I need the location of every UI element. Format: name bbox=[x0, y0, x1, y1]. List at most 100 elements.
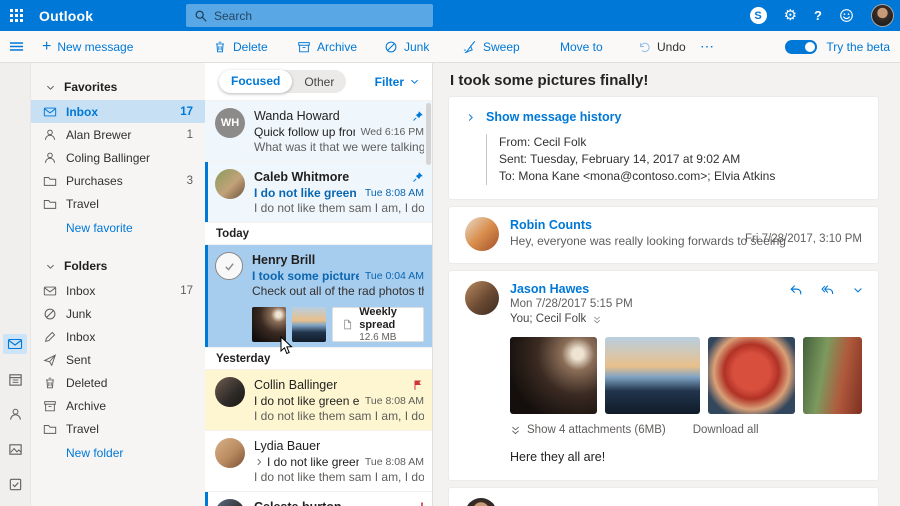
new-favorite-link[interactable]: New favorite bbox=[31, 215, 205, 241]
message-row-henry-brill[interactable]: Henry Brill I took some pictures finally… bbox=[205, 245, 432, 348]
sidebar-folder-deleted[interactable]: Deleted bbox=[31, 371, 205, 394]
message-preview: I do not like them sam I am, I do not li… bbox=[254, 470, 424, 486]
photo-attachment[interactable] bbox=[605, 337, 700, 414]
attachment-thumbnail-photo[interactable] bbox=[252, 307, 286, 342]
block-icon bbox=[384, 40, 398, 54]
filter-button[interactable]: Filter bbox=[375, 75, 420, 89]
folder-pane: Favorites Inbox 17 Alan Brewer 1 Coling … bbox=[31, 63, 205, 506]
download-all-link[interactable]: Download all bbox=[693, 424, 759, 436]
message-card-robin-counts[interactable]: Robin Counts Hey, everyone was really lo… bbox=[449, 207, 878, 263]
user-avatar[interactable] bbox=[871, 4, 894, 27]
photo-attachment[interactable] bbox=[510, 337, 597, 414]
try-beta-toggle[interactable] bbox=[785, 40, 817, 54]
command-toolbar: New message Delete Archive Junk Sweep Mo… bbox=[0, 31, 900, 63]
pin-icon[interactable] bbox=[412, 110, 424, 122]
app-launcher-waffle-icon[interactable] bbox=[10, 9, 23, 22]
message-time: Tue 0:04 AM bbox=[365, 270, 424, 282]
sweep-button[interactable]: Sweep bbox=[463, 31, 520, 62]
delete-label: Delete bbox=[233, 40, 268, 54]
message-row-caleb-whitmore[interactable]: Caleb Whitmore I do not like green eggs … bbox=[205, 162, 432, 223]
sender-name[interactable]: Robin Counts bbox=[510, 217, 790, 233]
undo-icon bbox=[637, 40, 651, 54]
tab-focused[interactable]: Focused bbox=[219, 70, 292, 93]
message-preview: What was it that we were talking about t… bbox=[254, 140, 424, 156]
rail-calendar-icon[interactable] bbox=[3, 369, 27, 389]
download-all-label: Download all bbox=[693, 424, 759, 436]
help-icon[interactable] bbox=[814, 0, 822, 31]
message-row-lydia-bauer[interactable]: Lydia Bauer I do not like green eggs and… bbox=[205, 431, 432, 492]
move-to-label: Move to bbox=[560, 40, 603, 54]
flag-icon[interactable] bbox=[412, 379, 424, 391]
sidebar-item-alan-brewer[interactable]: Alan Brewer 1 bbox=[31, 123, 205, 146]
sidebar-folder-travel[interactable]: Travel bbox=[31, 417, 205, 440]
message-subject: Quick follow up from chat bbox=[254, 125, 355, 139]
move-to-button[interactable]: Move to bbox=[560, 31, 603, 62]
new-folder-label: New folder bbox=[66, 446, 123, 460]
avatar: WH bbox=[215, 108, 245, 138]
folders-header[interactable]: Folders bbox=[31, 255, 205, 279]
message-subject: I do not like green eggs and bbox=[267, 455, 359, 469]
expand-thread-chevron-icon[interactable] bbox=[254, 457, 264, 467]
sidebar-folder-sent[interactable]: Sent bbox=[31, 348, 205, 371]
attachment-thumbnail-photo[interactable] bbox=[292, 307, 326, 342]
hamburger-menu-icon[interactable] bbox=[9, 31, 24, 62]
sidebar-item-purchases[interactable]: Purchases 3 bbox=[31, 169, 205, 192]
show-attachments-link[interactable]: Show 4 attachments (6MB) bbox=[510, 424, 666, 436]
reading-pane: I took some pictures finally! Show messa… bbox=[433, 63, 900, 506]
skype-icon[interactable] bbox=[750, 7, 767, 24]
new-folder-link[interactable]: New folder bbox=[31, 440, 205, 466]
delete-button[interactable]: Delete bbox=[213, 31, 268, 62]
show-message-history-toggle[interactable]: Show message history bbox=[465, 110, 862, 124]
sidebar-folder-inbox[interactable]: Inbox 17 bbox=[31, 279, 205, 302]
folder-icon bbox=[43, 422, 58, 436]
plus-icon bbox=[42, 40, 51, 54]
feedback-smiley-icon[interactable] bbox=[839, 8, 854, 23]
sidebar-item-label: Purchases bbox=[66, 174, 187, 188]
sidebar-folder-junk[interactable]: Junk bbox=[31, 302, 205, 325]
rail-mail-icon[interactable] bbox=[3, 334, 27, 354]
sidebar-item-label: Travel bbox=[66, 197, 193, 211]
recipients-row[interactable]: You; Cecil Folk bbox=[510, 312, 633, 327]
photo-attachment[interactable] bbox=[803, 337, 862, 414]
new-message-button[interactable]: New message bbox=[42, 31, 133, 62]
message-row-collin-ballinger[interactable]: Collin Ballinger I do not like green egg… bbox=[205, 370, 432, 431]
photo-attachment[interactable] bbox=[708, 337, 795, 414]
favorites-header[interactable]: Favorites bbox=[31, 76, 205, 100]
sidebar-item-travel-favorite[interactable]: Travel bbox=[31, 192, 205, 215]
settings-gear-icon[interactable] bbox=[784, 0, 797, 31]
avatar bbox=[465, 281, 499, 315]
quoted-header-block: From: Cecil Folk Sent: Tuesday, February… bbox=[486, 134, 862, 185]
sender-name[interactable]: Jason Hawes bbox=[510, 281, 633, 297]
reply-all-icon[interactable] bbox=[820, 283, 835, 297]
sidebar-item-coling-ballinger[interactable]: Coling Ballinger bbox=[31, 146, 205, 169]
chevron-down-icon[interactable] bbox=[852, 284, 864, 296]
selected-check-avatar[interactable] bbox=[215, 252, 243, 280]
rail-tasks-icon[interactable] bbox=[3, 474, 27, 494]
sender-name: Lydia Bauer bbox=[254, 439, 320, 453]
sidebar-folder-archive[interactable]: Archive bbox=[31, 394, 205, 417]
tab-other[interactable]: Other bbox=[292, 75, 346, 89]
try-beta-label: Try the beta bbox=[826, 40, 890, 54]
list-scrollbar[interactable] bbox=[426, 103, 431, 165]
document-icon bbox=[342, 317, 353, 332]
reply-icon[interactable] bbox=[789, 283, 803, 297]
message-row-celeste-burton[interactable]: Celeste burton ! I do not like green egg… bbox=[205, 492, 432, 506]
sidebar-item-inbox-favorite[interactable]: Inbox 17 bbox=[31, 100, 205, 123]
archive-icon bbox=[297, 40, 311, 54]
junk-button[interactable]: Junk bbox=[384, 31, 429, 62]
rail-people-icon[interactable] bbox=[3, 404, 27, 424]
attachment-file-card[interactable]: Weekly spread 12.6 MB bbox=[332, 307, 425, 342]
mail-icon bbox=[43, 105, 58, 119]
archive-button[interactable]: Archive bbox=[297, 31, 357, 62]
search-box[interactable] bbox=[186, 4, 433, 27]
search-input[interactable] bbox=[214, 9, 394, 23]
more-commands-button[interactable]: ⋯ bbox=[700, 31, 715, 62]
message-row-wanda-howard[interactable]: WH Wanda Howard Quick follow up from cha… bbox=[205, 101, 432, 162]
message-card-jason-hawes: Jason Hawes Mon 7/28/2017 5:15 PM You; C… bbox=[449, 271, 878, 480]
undo-button[interactable]: Undo bbox=[637, 31, 686, 62]
pin-icon[interactable] bbox=[412, 171, 424, 183]
sidebar-item-label: Inbox bbox=[66, 330, 205, 344]
reply-all-card[interactable]: Reply all bbox=[449, 488, 878, 506]
rail-photos-icon[interactable] bbox=[3, 439, 27, 459]
sidebar-folder-drafts[interactable]: Inbox bbox=[31, 325, 205, 348]
